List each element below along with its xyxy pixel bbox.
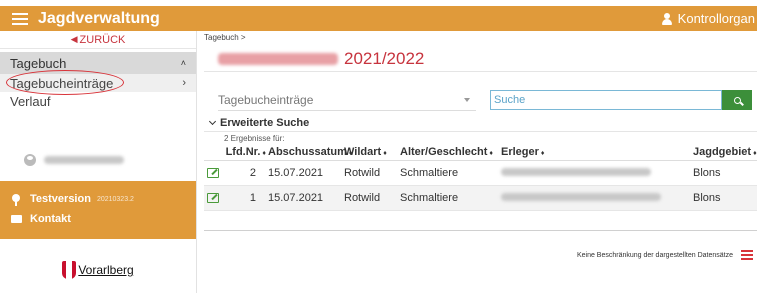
sidebar-item-label: Verlauf (10, 93, 51, 109)
info-box: Testversion 20210323.2 Kontakt (0, 181, 196, 239)
divider (204, 131, 757, 132)
edit-icon[interactable] (207, 193, 219, 203)
col-header-label: Erleger (501, 146, 539, 158)
page-title: 2021/2022 (218, 49, 424, 69)
table-bottom-border (204, 230, 757, 231)
sidebar-item-verlauf[interactable]: Verlauf (0, 92, 196, 110)
chevron-up-icon: ˄ (180, 58, 186, 68)
coat-of-arms-icon (62, 261, 77, 279)
col-header-label: Abschussatum (268, 146, 347, 158)
blurred-owner-name (218, 53, 338, 65)
results-count: 2 Ergebnisse für: (224, 134, 285, 143)
sidebar-item-label: Tagebucheinträge (10, 75, 114, 91)
sort-icon: ♦ (489, 150, 493, 157)
advanced-search-label: Erweiterte Suche (220, 117, 310, 129)
logo-text: Vorarlberg (78, 263, 134, 277)
col-header-wildart[interactable]: Wildart ♦ (344, 146, 400, 158)
breadcrumb[interactable]: Tagebuch > (204, 33, 246, 42)
cell-erleger-blurred (501, 192, 693, 204)
table-row[interactable]: 2 15.07.2021 Rotwild Schmaltiere Blons (204, 161, 757, 186)
back-link[interactable]: ◀ ZURÜCK (0, 31, 196, 49)
user-menu[interactable]: Kontrollorgan (661, 6, 755, 31)
cell-wildart: Rotwild (344, 192, 381, 204)
sort-icon: ♦ (753, 150, 757, 157)
caret-down-icon (464, 98, 470, 102)
blurred-profile-name (44, 156, 124, 164)
vorarlberg-logo: Vorarlberg (0, 255, 196, 285)
app-title: Jagdverwaltung (38, 9, 160, 27)
chevron-down-icon (208, 117, 217, 126)
chevron-right-icon: › (182, 77, 186, 89)
advanced-search-toggle[interactable]: Erweiterte Suche (208, 117, 309, 129)
kontakt-link[interactable]: Kontakt (10, 209, 186, 229)
profile-row[interactable] (0, 151, 196, 169)
edit-icon[interactable] (207, 168, 219, 178)
col-header-abschussdatum[interactable]: Abschussatum ♦ (268, 146, 352, 158)
testversion-label: Testversion (30, 193, 91, 205)
table-row[interactable]: 1 15.07.2021 Rotwild Schmaltiere Blons (204, 186, 757, 211)
cell-jagdgebiet: Blons (693, 192, 721, 204)
col-header-alter-geschlecht[interactable]: Alter/Geschlecht ♦ (400, 146, 501, 158)
hamburger-menu-icon[interactable] (12, 12, 28, 25)
list-icon[interactable] (741, 249, 753, 261)
col-header-lfdnr[interactable]: Lfd.Nr. ♦ (222, 146, 268, 158)
sidebar-item-tagebucheintraege[interactable]: Tagebucheinträge › (0, 70, 196, 95)
col-header-label: Alter/Geschlecht (400, 146, 488, 158)
cell-wildart: Rotwild (344, 167, 381, 179)
cell-lfdnr: 2 (249, 167, 256, 179)
sidebar: ◀ ZURÜCK Tagebuch ˄ Tagebucheinträge › V… (0, 31, 197, 293)
table-header: Lfd.Nr. ♦ Abschussatum ♦ Wildart ♦ Alter/Ge… (204, 144, 757, 161)
sort-icon: ♦ (262, 150, 266, 157)
divider (204, 71, 757, 72)
cell-date: 15.07.2021 (268, 167, 324, 179)
pin-icon (12, 194, 20, 206)
sidebar-group-label: Tagebuch (10, 55, 67, 71)
sort-icon: ♦ (383, 150, 387, 157)
footer-note: Keine Beschränkung der dargestellten Dat… (576, 252, 733, 259)
kontakt-label: Kontakt (30, 213, 71, 225)
cell-lfdnr: 1 (249, 192, 256, 204)
search-placeholder: Suche (494, 94, 526, 106)
view-select[interactable]: Tagebucheinträge (218, 89, 476, 111)
testversion-row: Testversion 20210323.2 (10, 189, 186, 209)
cell-alter: Schmaltiere (400, 192, 459, 204)
back-label: ZURÜCK (79, 33, 126, 46)
app-header: Jagdverwaltung Kontrollorgan (0, 6, 757, 31)
cell-jagdgebiet: Blons (693, 167, 721, 179)
user-icon (661, 12, 672, 25)
mail-icon (11, 215, 22, 223)
col-header-jagdgebiet[interactable]: Jagdgebiet ♦ (693, 146, 757, 158)
col-header-label: Wildart (344, 146, 382, 158)
title-year: 2021/2022 (344, 49, 425, 68)
select-value: Tagebucheinträge (218, 92, 314, 107)
entries-table: Lfd.Nr. ♦ Abschussatum ♦ Wildart ♦ Alter/Ge… (204, 144, 757, 231)
user-label: Kontrollorgan (677, 11, 755, 26)
main-content: Tagebuch > 2021/2022 Tagebucheinträge Su… (198, 31, 757, 293)
search-icon (733, 96, 741, 104)
col-header-label: Lfd.Nr. (225, 146, 261, 158)
cell-erleger-blurred (501, 167, 693, 179)
cell-date: 15.07.2021 (268, 192, 324, 204)
back-arrow-icon: ◀ (70, 34, 78, 44)
search-button[interactable] (722, 90, 752, 110)
col-header-erleger[interactable]: Erleger ♦ (501, 146, 693, 158)
search-input[interactable]: Suche (490, 90, 722, 110)
version-number: 20210323.2 (96, 195, 134, 203)
sort-icon: ♦ (540, 150, 545, 157)
profile-icon (24, 154, 36, 166)
cell-alter: Schmaltiere (400, 167, 459, 179)
col-header-label: Jagdgebiet (693, 146, 752, 158)
sidebar-group-tagebuch[interactable]: Tagebuch ˄ (0, 52, 196, 74)
